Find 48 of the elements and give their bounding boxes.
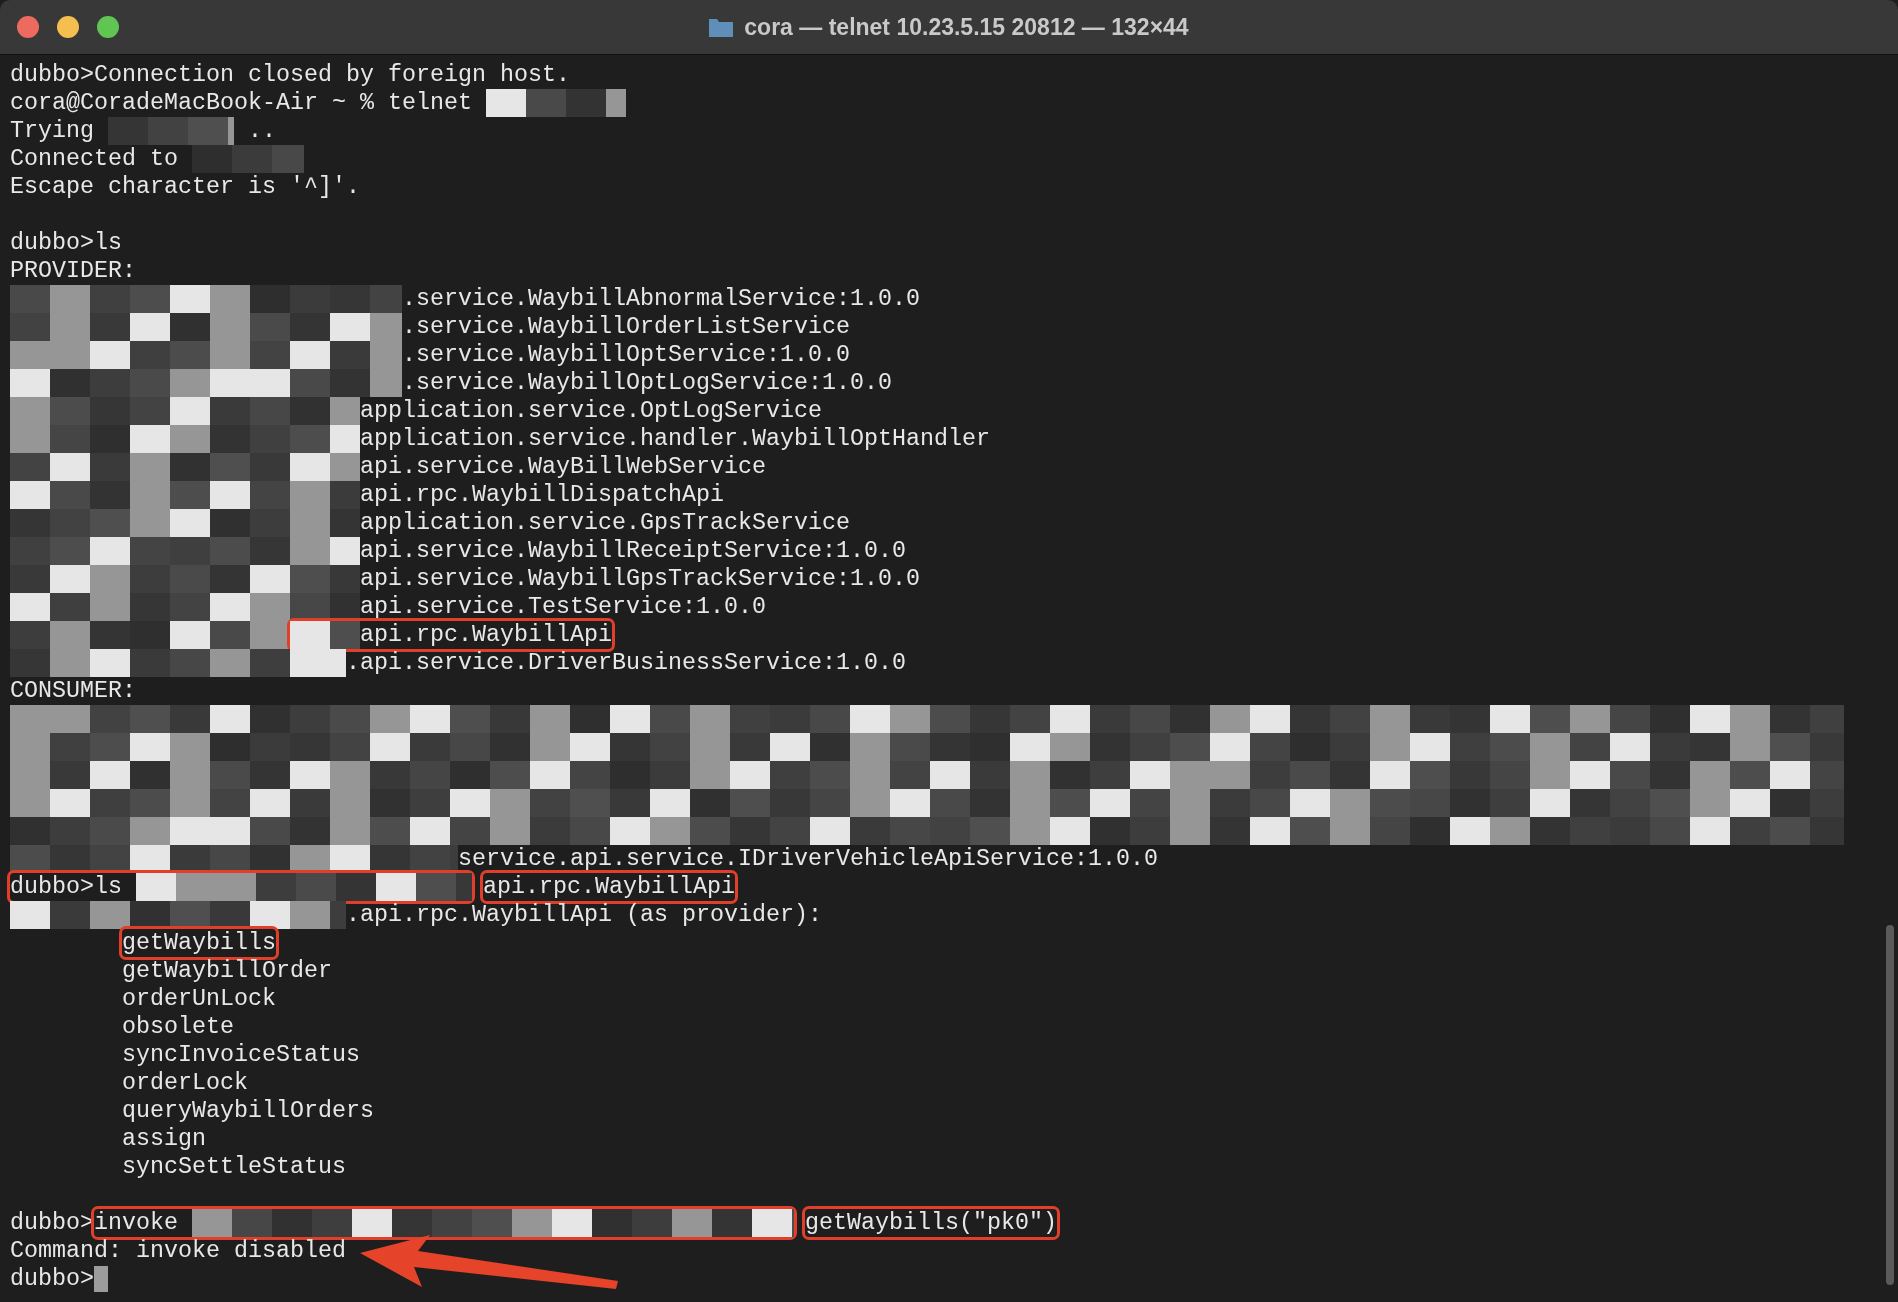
terminal-text: .service.WaybillOptLogService:1.0.0 [402,369,892,397]
terminal-text: dubbo>ls [10,229,122,257]
terminal-text: application.service.OptLogService [360,397,822,425]
minimize-button[interactable] [57,16,79,38]
zoom-button[interactable] [97,16,119,38]
terminal-text: syncInvoiceStatus [122,1041,360,1069]
terminal-text: orderUnLock [122,985,276,1013]
terminal-text: application.service.handler.WaybillOptHandler [360,425,990,453]
terminal-text: api.service.WaybillReceiptService:1.0.0 [360,537,906,565]
terminal-text: api.rpc.WaybillApi [483,873,735,901]
terminal-text: Escape character is '^]'. [10,173,360,201]
close-button[interactable] [17,16,39,38]
terminal-text: dubbo> [10,1209,94,1237]
terminal-text: obsolete [122,1013,234,1041]
terminal-text: CONSUMER: [10,677,136,705]
terminal-text: api.rpc.WaybillApi [360,621,612,649]
terminal-text: api.service.WayBillWebService [360,453,766,481]
window-title: cora — telnet 10.23.5.15 20812 — 132×44 [744,13,1189,41]
scrollbar-thumb[interactable] [1886,925,1894,1285]
terminal-text: dubbo>ls [10,873,122,901]
terminal-text: dubbo> [10,1265,94,1293]
terminal-text: api.rpc.WaybillDispatchApi [360,481,724,509]
terminal-text: .api.service.DriverBusinessService:1.0.0 [346,649,906,677]
terminal-text: PROVIDER: [10,257,136,285]
terminal-text: Connected to [10,145,178,173]
terminal-text: assign [122,1125,206,1153]
terminal-text: cora@CoradeMacBook-Air ~ % telnet [10,89,472,117]
terminal-text: application.service.GpsTrackService [360,509,850,537]
terminal-text: dubbo>Connection closed by foreign host. [10,61,570,89]
terminal-text: .service.WaybillOrderListService [402,313,850,341]
terminal-text: .. [248,117,276,145]
terminal-text: invoke [94,1209,178,1237]
terminal-text: Command: invoke disabled [10,1237,346,1265]
text-cursor [94,1266,108,1292]
terminal-text: queryWaybillOrders [122,1097,374,1125]
terminal-text: syncSettleStatus [122,1153,346,1181]
terminal-text: .service.WaybillAbnormalService:1.0.0 [402,285,920,313]
terminal-text: api.service.TestService:1.0.0 [360,593,766,621]
terminal-text: getWaybillOrder [122,957,332,985]
terminal-text: getWaybills("pk0") [805,1209,1057,1237]
folder-icon [708,16,735,38]
terminal-text: getWaybills [122,929,276,957]
terminal-text: api.service.WaybillGpsTrackService:1.0.0 [360,565,920,593]
terminal-text: orderLock [122,1069,248,1097]
terminal-text: Trying [10,117,94,145]
terminal-text: service.api.service.IDriverVehicleApiService:1.0.0 [458,845,1158,873]
terminal-text: .api.rpc.WaybillApi (as provider): [346,901,822,929]
terminal-text: .service.WaybillOptService:1.0.0 [402,341,850,369]
